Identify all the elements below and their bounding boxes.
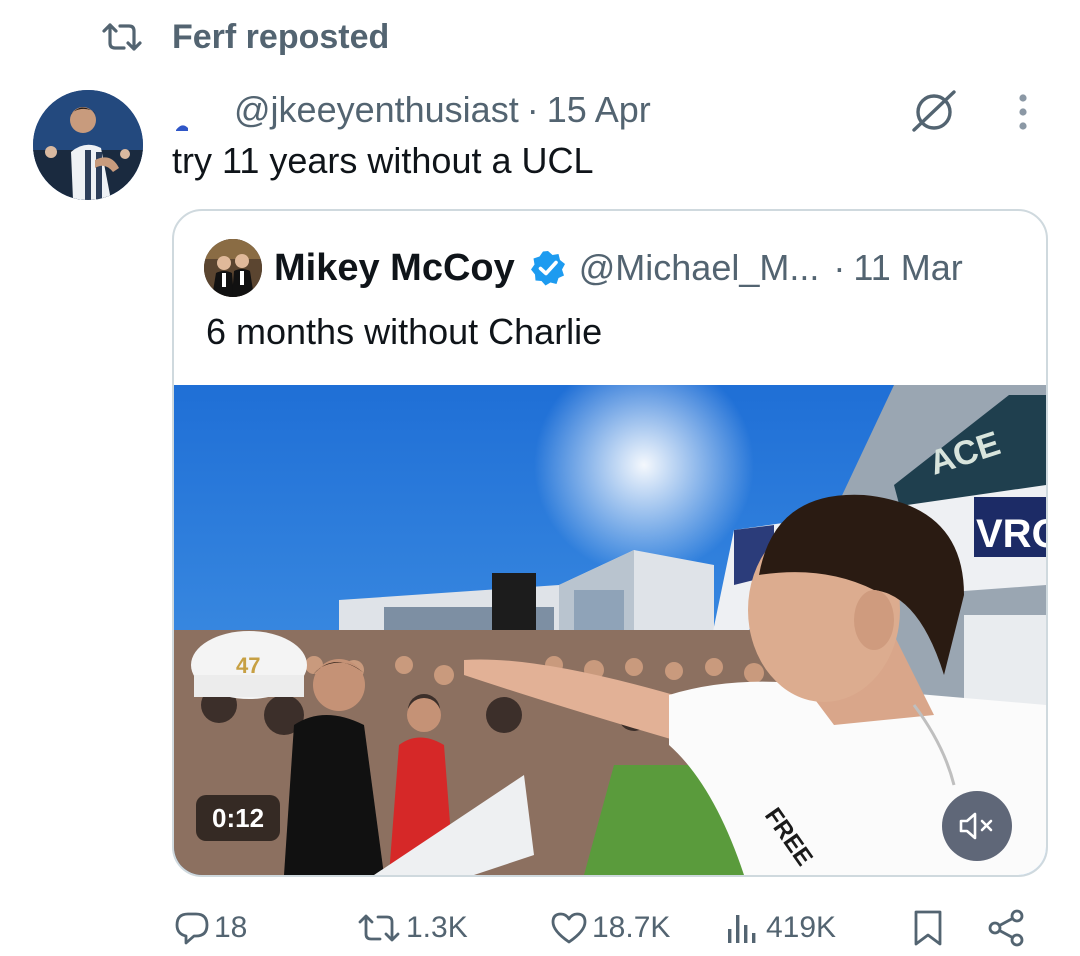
quoted-separator: · (833, 247, 846, 288)
quoted-meta: Mikey McCoy @Michael_M... · 11 Mar (274, 243, 963, 293)
post-view: Ferf reposted @jkeeyenthusiast · 15 Apr (0, 0, 1080, 956)
views-icon (728, 915, 756, 943)
video-player[interactable]: ACE VRO (174, 385, 1046, 875)
author-handle[interactable]: @jkeeyenthusiast (234, 89, 519, 131)
quoted-handle[interactable]: @Michael_M... (579, 247, 820, 289)
heart-icon (551, 912, 587, 944)
like-count: 18.7K (592, 911, 671, 944)
quoted-display-name[interactable]: Mikey McCoy (274, 247, 515, 290)
author-avatar[interactable] (33, 90, 143, 200)
speaker-muted-icon (959, 812, 993, 840)
repost-count: 1.3K (406, 911, 468, 944)
cap-text: 47 (236, 653, 260, 678)
post-meta: @jkeeyenthusiast · 15 Apr (172, 86, 651, 134)
bookmark-icon (914, 910, 942, 946)
video-frame: ACE VRO (174, 385, 1046, 875)
more-options-icon[interactable] (1008, 92, 1038, 134)
grok-icon[interactable] (908, 86, 960, 136)
verified-badge-icon (530, 251, 565, 286)
repost-action-icon (358, 914, 400, 942)
share-icon (988, 909, 1024, 947)
reply-count: 18 (214, 911, 248, 944)
meta-separator: · (526, 89, 539, 130)
share-button[interactable] (986, 906, 1026, 950)
avatar-image (33, 90, 143, 200)
repost-icon (102, 23, 142, 51)
quoted-text: 6 months without Charlie (206, 311, 603, 352)
views-button[interactable]: 419K (726, 906, 836, 950)
quoted-avatar-image (204, 239, 262, 297)
quoted-avatar[interactable] (204, 239, 262, 297)
like-button[interactable]: 18.7K (550, 906, 670, 950)
repost-label[interactable]: Ferf reposted (172, 18, 389, 57)
view-count: 419K (766, 911, 837, 944)
post-date[interactable]: 15 Apr (547, 89, 651, 131)
quoted-post[interactable]: Mikey McCoy @Michael_M... · 11 Mar 6 mon… (172, 209, 1048, 877)
reply-icon (175, 912, 209, 945)
display-name-glyph (176, 125, 188, 131)
bookmark-button[interactable] (912, 906, 944, 950)
action-bar: 18 1.3K 18.7K 419K (0, 900, 1080, 956)
mute-button[interactable] (942, 791, 1012, 861)
reply-button[interactable]: 18 (174, 906, 247, 950)
quoted-date[interactable]: 11 Mar (853, 247, 962, 289)
post-text: try 11 years without a UCL (172, 140, 594, 181)
banner-text: VRO (976, 512, 1046, 556)
repost-button[interactable]: 1.3K (356, 906, 468, 950)
video-duration: 0:12 (196, 795, 281, 841)
repost-header: Ferf reposted (100, 14, 389, 60)
